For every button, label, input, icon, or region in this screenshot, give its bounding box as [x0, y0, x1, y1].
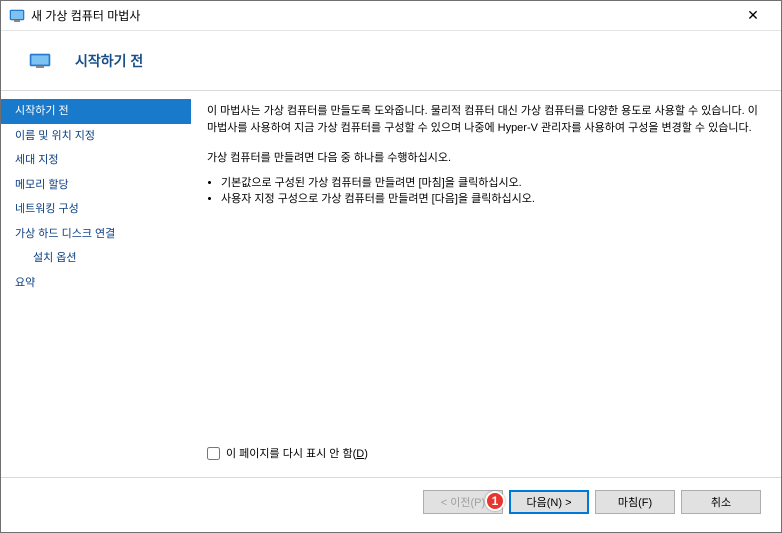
sidebar-item-label: 요약 [15, 277, 35, 289]
sidebar-item-install-options[interactable]: 설치 옵션 [1, 246, 191, 271]
titlebar: 새 가상 컴퓨터 마법사 ✕ [1, 1, 781, 31]
wizard-sidebar: 시작하기 전 이름 및 위치 지정 세대 지정 메모리 할당 네트워킹 구성 가… [1, 91, 191, 477]
sidebar-item-label: 세대 지정 [15, 154, 59, 166]
wizard-header: 시작하기 전 [1, 31, 781, 91]
sidebar-item-memory[interactable]: 메모리 할당 [1, 173, 191, 198]
app-icon [9, 8, 25, 24]
wizard-main: 이 마법사는 가상 컴퓨터를 만들도록 도와줍니다. 물리적 컴퓨터 대신 가상… [191, 91, 781, 477]
dont-show-again-row: 이 페이지를 다시 표시 안 함(D) [207, 445, 765, 461]
sidebar-item-name-location[interactable]: 이름 및 위치 지정 [1, 124, 191, 149]
sidebar-item-label: 이름 및 위치 지정 [15, 130, 95, 142]
instruction-list: 기본값으로 구성된 가상 컴퓨터를 만들려면 [마침]을 클릭하십시오. 사용자… [221, 175, 765, 208]
sidebar-item-networking[interactable]: 네트워킹 구성 [1, 197, 191, 222]
intro-paragraph-1: 이 마법사는 가상 컴퓨터를 만들도록 도와줍니다. 물리적 컴퓨터 대신 가상… [207, 103, 765, 136]
wizard-content: 시작하기 전 이름 및 위치 지정 세대 지정 메모리 할당 네트워킹 구성 가… [1, 91, 781, 477]
dont-show-again-label[interactable]: 이 페이지를 다시 표시 안 함(D) [226, 445, 368, 461]
wizard-step-title: 시작하기 전 [75, 51, 143, 71]
sidebar-item-label: 시작하기 전 [15, 105, 69, 117]
sidebar-item-summary[interactable]: 요약 [1, 271, 191, 296]
sidebar-item-virtual-hdd[interactable]: 가상 하드 디스크 연결 [1, 222, 191, 247]
sidebar-item-label: 가상 하드 디스크 연결 [15, 228, 115, 240]
window-title: 새 가상 컴퓨터 마법사 [31, 7, 733, 24]
sidebar-item-before-you-begin[interactable]: 시작하기 전 [1, 99, 191, 124]
sidebar-item-label: 설치 옵션 [33, 252, 77, 264]
sidebar-item-generation[interactable]: 세대 지정 [1, 148, 191, 173]
wizard-footer: < 이전(P) 다음(N) > 마침(F) 취소 1 [1, 478, 781, 526]
dont-show-again-checkbox[interactable] [207, 447, 220, 460]
finish-button[interactable]: 마침(F) [595, 490, 675, 514]
sidebar-item-label: 메모리 할당 [15, 179, 69, 191]
callout-badge-1: 1 [485, 491, 505, 511]
cancel-button[interactable]: 취소 [681, 490, 761, 514]
next-button[interactable]: 다음(N) > [509, 490, 589, 514]
intro-paragraph-2: 가상 컴퓨터를 만들려면 다음 중 하나를 수행하십시오. [207, 150, 765, 167]
instruction-item-finish: 기본값으로 구성된 가상 컴퓨터를 만들려면 [마침]을 클릭하십시오. [221, 175, 765, 192]
close-button[interactable]: ✕ [733, 1, 773, 31]
sidebar-item-label: 네트워킹 구성 [15, 203, 79, 215]
wizard-header-icon [29, 53, 51, 69]
instruction-item-next: 사용자 지정 구성으로 가상 컴퓨터를 만들려면 [다음]을 클릭하십시오. [221, 191, 765, 208]
